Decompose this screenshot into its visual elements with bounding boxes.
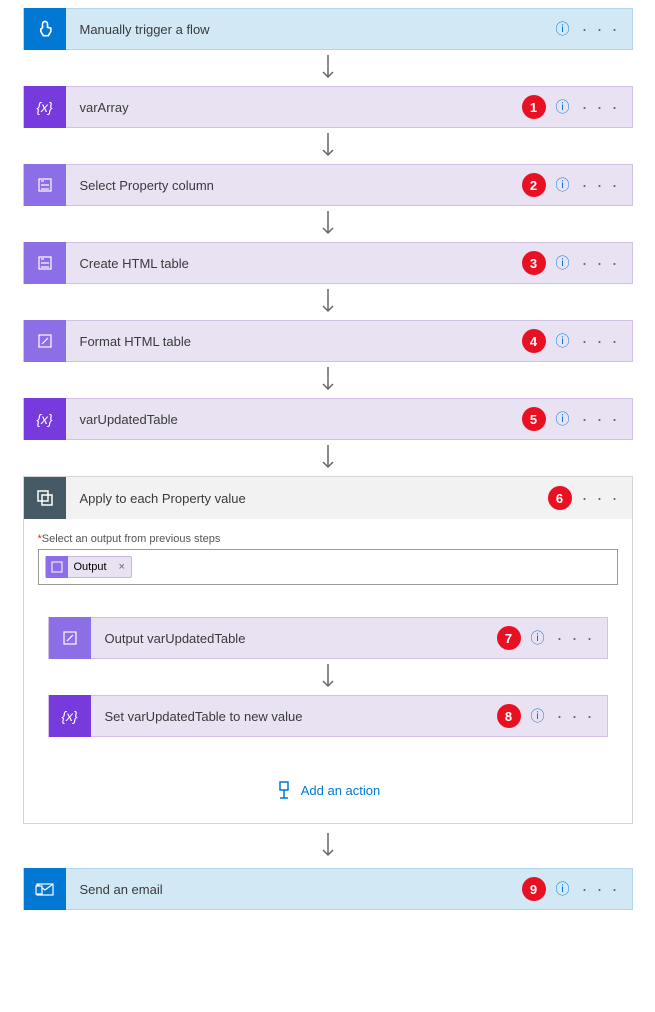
- format-html-table-step[interactable]: Format HTML table 4 ⓘ · · ·: [23, 320, 633, 362]
- arrow-down-icon: [8, 128, 647, 164]
- apply-to-each-header[interactable]: Apply to each Property value 6 · · ·: [24, 477, 632, 519]
- compose-icon: [24, 320, 66, 362]
- help-icon[interactable]: ⓘ: [556, 409, 570, 429]
- output-input[interactable]: Output ×: [38, 549, 618, 585]
- step-badge: 5: [522, 407, 546, 431]
- add-action-label: Add an action: [301, 783, 381, 798]
- more-icon[interactable]: · · ·: [582, 254, 620, 272]
- more-icon[interactable]: · · ·: [557, 629, 595, 647]
- more-icon[interactable]: · · ·: [582, 880, 620, 898]
- help-icon[interactable]: ⓘ: [556, 175, 570, 195]
- table-icon: [24, 242, 66, 284]
- output-varupdatedtable-step[interactable]: Output varUpdatedTable 7 ⓘ · · ·: [48, 617, 608, 659]
- container-body: *Select an output from previous steps Ou…: [24, 519, 632, 823]
- step-label: Set varUpdatedTable to new value: [91, 709, 497, 724]
- step-label: varUpdatedTable: [66, 412, 522, 427]
- more-icon[interactable]: · · ·: [582, 20, 620, 38]
- step-badge: 8: [497, 704, 521, 728]
- step-badge: 7: [497, 626, 521, 650]
- token-remove-icon[interactable]: ×: [113, 561, 131, 573]
- more-icon[interactable]: · · ·: [557, 707, 595, 725]
- step-label: Create HTML table: [66, 256, 522, 271]
- variable-icon: {x}: [49, 695, 91, 737]
- select-property-step[interactable]: Select Property column 2 ⓘ · · ·: [23, 164, 633, 206]
- output-token[interactable]: Output ×: [45, 556, 132, 578]
- more-icon[interactable]: · · ·: [582, 176, 620, 194]
- varupdatedtable-step[interactable]: {x} varUpdatedTable 5 ⓘ · · ·: [23, 398, 633, 440]
- arrow-down-icon: [8, 206, 647, 242]
- step-label: Select Property column: [66, 178, 522, 193]
- step-badge: 9: [522, 877, 546, 901]
- help-icon[interactable]: ⓘ: [556, 19, 570, 39]
- arrow-down-icon: [8, 284, 647, 320]
- variable-icon: {x}: [24, 86, 66, 128]
- select-icon: [24, 164, 66, 206]
- email-icon: [24, 868, 66, 910]
- step-label: varArray: [66, 100, 522, 115]
- variable-icon: {x}: [24, 398, 66, 440]
- add-action-button[interactable]: Add an action: [38, 781, 618, 799]
- compose-icon: [49, 617, 91, 659]
- more-icon[interactable]: · · ·: [582, 332, 620, 350]
- step-badge: 6: [548, 486, 572, 510]
- arrow-down-icon: [8, 50, 647, 86]
- send-email-step[interactable]: Send an email 9 ⓘ · · ·: [23, 868, 633, 910]
- help-icon[interactable]: ⓘ: [556, 331, 570, 351]
- step-label: Format HTML table: [66, 334, 522, 349]
- arrow-down-icon: [8, 362, 647, 398]
- arrow-down-icon: [8, 440, 647, 476]
- help-icon[interactable]: ⓘ: [531, 628, 545, 648]
- step-badge: 1: [522, 95, 546, 119]
- help-icon[interactable]: ⓘ: [556, 253, 570, 273]
- loop-icon: [24, 477, 66, 519]
- arrow-down-icon: [8, 824, 647, 868]
- step-label: Send an email: [66, 882, 522, 897]
- apply-to-each-container: Apply to each Property value 6 · · · *Se…: [23, 476, 633, 824]
- more-icon[interactable]: · · ·: [582, 489, 620, 507]
- help-icon[interactable]: ⓘ: [556, 97, 570, 117]
- step-badge: 4: [522, 329, 546, 353]
- help-icon[interactable]: ⓘ: [531, 706, 545, 726]
- more-icon[interactable]: · · ·: [582, 410, 620, 428]
- token-icon: [46, 556, 68, 578]
- step-label: Apply to each Property value: [66, 491, 548, 506]
- step-badge: 3: [522, 251, 546, 275]
- token-text: Output: [68, 561, 113, 573]
- output-field-label: *Select an output from previous steps: [38, 533, 618, 545]
- step-badge: 2: [522, 173, 546, 197]
- step-label: Manually trigger a flow: [66, 22, 556, 37]
- arrow-down-icon: [38, 659, 618, 695]
- step-label: Output varUpdatedTable: [91, 631, 497, 646]
- touch-icon: [24, 8, 66, 50]
- more-icon[interactable]: · · ·: [582, 98, 620, 116]
- vararray-step[interactable]: {x} varArray 1 ⓘ · · ·: [23, 86, 633, 128]
- help-icon[interactable]: ⓘ: [556, 879, 570, 899]
- set-varupdatedtable-step[interactable]: {x} Set varUpdatedTable to new value 8 ⓘ…: [48, 695, 608, 737]
- create-html-table-step[interactable]: Create HTML table 3 ⓘ · · ·: [23, 242, 633, 284]
- trigger-step[interactable]: Manually trigger a flow ⓘ · · ·: [23, 8, 633, 50]
